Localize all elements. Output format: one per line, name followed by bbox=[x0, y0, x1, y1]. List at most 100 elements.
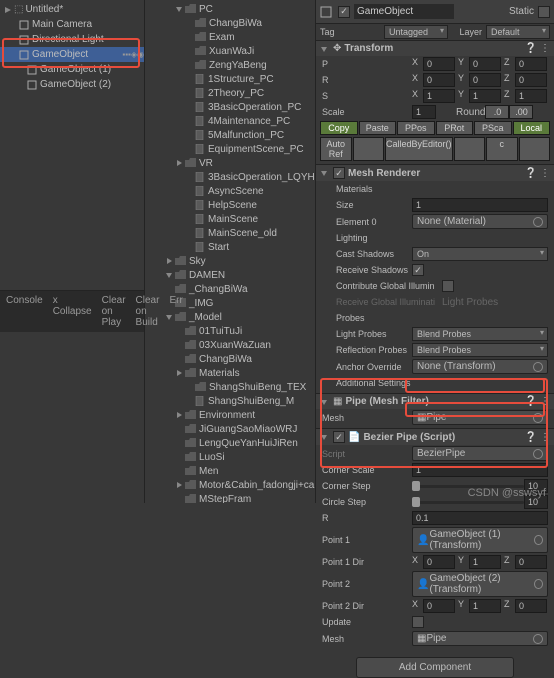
transform-button[interactable]: c bbox=[486, 137, 518, 161]
hierarchy-item[interactable]: Main Camera bbox=[0, 17, 144, 32]
foldout-icon[interactable] bbox=[175, 159, 183, 167]
transform-button-prot[interactable]: PRot bbox=[436, 121, 474, 135]
project-item[interactable]: 1Structure_PC bbox=[145, 72, 315, 86]
project-item[interactable]: HelpScene bbox=[145, 198, 315, 212]
console-tab[interactable]: Err bbox=[165, 293, 186, 330]
project-item[interactable]: XuanWaJi bbox=[145, 44, 315, 58]
project-item[interactable]: 03XuanWaZuan bbox=[145, 338, 315, 352]
project-item[interactable]: EquipmentScene_PC bbox=[145, 142, 315, 156]
console-tab[interactable]: Console bbox=[2, 293, 47, 330]
add-component-button[interactable]: Add Component bbox=[356, 657, 514, 678]
transform-button-ppos[interactable]: PPos bbox=[397, 121, 435, 135]
reflprobes-dropdown[interactable]: Blend Probes bbox=[412, 343, 548, 357]
console-tab[interactable]: Clear on Build bbox=[132, 293, 164, 330]
project-item[interactable]: MStepFram bbox=[145, 492, 315, 503]
round-00-button[interactable]: .00 bbox=[509, 105, 533, 119]
project-item[interactable]: LuoSi bbox=[145, 450, 315, 464]
p1d-y[interactable] bbox=[469, 555, 501, 569]
project-item[interactable]: Motor&Cabin_fadongji+cangmen bbox=[145, 478, 315, 492]
size-input[interactable] bbox=[412, 198, 548, 212]
round-0-button[interactable]: .0 bbox=[485, 105, 509, 119]
project-item[interactable]: PC bbox=[145, 2, 315, 16]
picker-icon[interactable] bbox=[534, 579, 543, 589]
menu-icon[interactable]: ⋮ bbox=[540, 396, 550, 407]
bezier-enabled[interactable] bbox=[333, 431, 345, 443]
project-item[interactable]: LengQueYanHuiJiRen bbox=[145, 436, 315, 450]
lightprobes-dropdown[interactable]: Blend Probes bbox=[412, 327, 548, 341]
static-checkbox[interactable] bbox=[538, 6, 550, 18]
transform-button-psca[interactable]: PSca bbox=[474, 121, 512, 135]
active-checkbox[interactable] bbox=[338, 6, 350, 18]
meshrenderer-header[interactable]: Mesh Renderer ❔⋮ bbox=[316, 165, 554, 181]
gameobject-name-input[interactable] bbox=[354, 4, 454, 19]
menu-icon[interactable]: ⋮ bbox=[540, 43, 550, 54]
castshadows-dropdown[interactable]: On bbox=[412, 247, 548, 261]
project-item[interactable]: 5Malfunction_PC bbox=[145, 128, 315, 142]
transform-header[interactable]: ✥ Transform ❔⋮ bbox=[316, 41, 554, 56]
foldout-icon[interactable] bbox=[175, 411, 183, 419]
project-item[interactable]: Men bbox=[145, 464, 315, 478]
hierarchy-item[interactable]: GameObject (2) bbox=[0, 77, 144, 92]
transform-button[interactable] bbox=[519, 137, 551, 161]
p2d-x[interactable] bbox=[423, 599, 455, 613]
p1d-x[interactable] bbox=[423, 555, 455, 569]
cornerscale-input[interactable] bbox=[412, 463, 548, 477]
scene-row[interactable]: ⬚ Untitled* bbox=[0, 2, 144, 17]
console-tab[interactable]: x Collapse bbox=[49, 293, 96, 330]
scale-input[interactable] bbox=[412, 105, 436, 119]
transform-button[interactable] bbox=[353, 137, 385, 161]
help-icon[interactable]: ❔ bbox=[525, 396, 537, 407]
menu-icon[interactable]: ⋮ bbox=[540, 432, 550, 443]
foldout-icon[interactable] bbox=[175, 481, 183, 489]
p2d-z[interactable] bbox=[515, 599, 547, 613]
hierarchy-item[interactable]: GameObject (1) bbox=[0, 62, 144, 77]
hierarchy-item[interactable]: GameObject▪▪▪◈◉ bbox=[0, 47, 144, 62]
project-item[interactable]: ShangShuiBeng_TEX bbox=[145, 380, 315, 394]
rot-y[interactable] bbox=[469, 73, 501, 87]
project-item[interactable]: 4Maintenance_PC bbox=[145, 114, 315, 128]
foldout-icon[interactable] bbox=[175, 5, 183, 13]
point2-field[interactable]: 👤 GameObject (2) (Transform) bbox=[412, 571, 548, 597]
project-item[interactable]: Environment bbox=[145, 408, 315, 422]
project-item[interactable]: ChangBiWa bbox=[145, 16, 315, 30]
menu-icon[interactable]: ⋮ bbox=[540, 168, 550, 179]
element0-field[interactable]: None (Material) bbox=[412, 214, 548, 229]
foldout-icon[interactable] bbox=[4, 6, 12, 14]
project-item[interactable]: ChangBiWa bbox=[145, 352, 315, 366]
project-item[interactable]: 3BasicOperation_PC bbox=[145, 100, 315, 114]
project-item[interactable]: MainScene_old bbox=[145, 226, 315, 240]
help-icon[interactable]: ❔ bbox=[525, 43, 537, 54]
pos-x[interactable] bbox=[423, 57, 455, 71]
bp-mesh-field[interactable]: ▦ Pipe bbox=[412, 631, 548, 646]
transform-button-copy[interactable]: Copy bbox=[320, 121, 358, 135]
anchor-field[interactable]: None (Transform) bbox=[412, 359, 548, 374]
foldout-icon[interactable] bbox=[320, 45, 328, 53]
visibility-icons[interactable]: ▪▪▪◈◉ bbox=[122, 50, 144, 59]
transform-button[interactable]: CalledByEditor() bbox=[385, 137, 453, 161]
scl-x[interactable] bbox=[423, 89, 455, 103]
scl-y[interactable] bbox=[469, 89, 501, 103]
pos-z[interactable] bbox=[515, 57, 547, 71]
project-item[interactable]: Sky bbox=[145, 254, 315, 268]
help-icon[interactable]: ❔ bbox=[525, 168, 537, 179]
update-checkbox[interactable] bbox=[412, 616, 424, 628]
p2d-y[interactable] bbox=[469, 599, 501, 613]
picker-icon[interactable] bbox=[533, 634, 543, 644]
project-item[interactable]: ShangShuiBeng_M bbox=[145, 394, 315, 408]
tag-dropdown[interactable]: Untagged bbox=[384, 25, 448, 39]
mf-mesh-field[interactable]: ▦ Pipe bbox=[412, 410, 548, 425]
p1d-z[interactable] bbox=[515, 555, 547, 569]
pos-y[interactable] bbox=[469, 57, 501, 71]
point1-field[interactable]: 👤 GameObject (1) (Transform) bbox=[412, 527, 548, 553]
transform-button[interactable]: Auto Ref bbox=[320, 137, 352, 161]
project-item[interactable]: ZengYaBeng bbox=[145, 58, 315, 72]
contribgi-checkbox[interactable] bbox=[442, 280, 454, 292]
hierarchy-item[interactable]: Directional Light bbox=[0, 32, 144, 47]
picker-icon[interactable] bbox=[533, 413, 543, 423]
project-item[interactable]: VR bbox=[145, 156, 315, 170]
project-item[interactable]: Start bbox=[145, 240, 315, 254]
circlestep-slider[interactable] bbox=[412, 501, 524, 504]
foldout-icon[interactable] bbox=[320, 398, 328, 406]
scl-z[interactable] bbox=[515, 89, 547, 103]
transform-button[interactable] bbox=[454, 137, 486, 161]
